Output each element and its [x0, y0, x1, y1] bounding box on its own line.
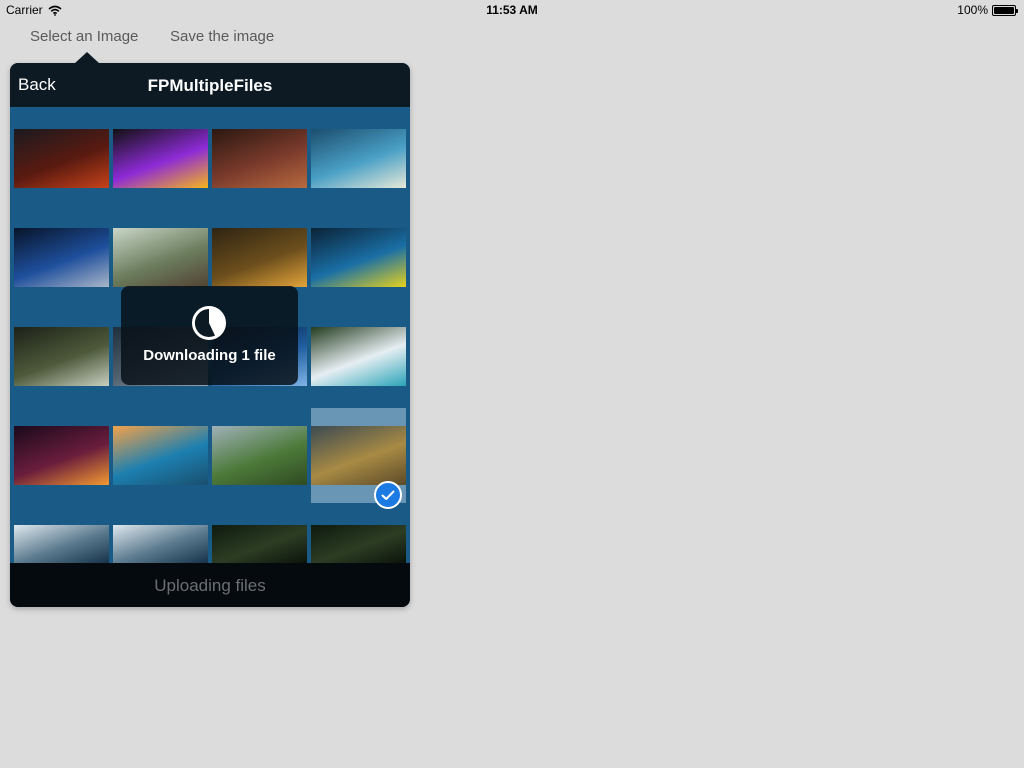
thumbnail-image: [14, 129, 109, 188]
thumbnail-image: [113, 525, 208, 563]
dark-forest-thumbnail-2[interactable]: [311, 525, 406, 563]
green-valley-thumbnail[interactable]: [212, 426, 307, 485]
progress-pie-icon: [192, 306, 226, 340]
yellow-flowers-thumbnail[interactable]: [311, 228, 406, 287]
thumbnail-image: [212, 426, 307, 485]
foggy-road-thumbnail[interactable]: [113, 228, 208, 287]
rainbow-smoke-thumbnail[interactable]: [113, 129, 208, 188]
image-picker-popover: Back FPMultipleFiles Downloading 1 file …: [10, 63, 410, 607]
thumbnail-image: [113, 129, 208, 188]
lava-rock-thumbnail[interactable]: [14, 129, 109, 188]
red-lights-bokeh-thumbnail[interactable]: [14, 426, 109, 485]
thumbnail-image: [14, 525, 109, 563]
thumbnail-image: [212, 129, 307, 188]
status-bar: Carrier 11:53 AM 100%: [0, 0, 1024, 20]
thumbnail-image: [311, 426, 406, 485]
thumbnail-image: [311, 525, 406, 563]
thumbnail-image: [212, 228, 307, 287]
thumbnail-image: [311, 129, 406, 188]
dark-forest-thumbnail-1[interactable]: [212, 525, 307, 563]
lone-tree-thumbnail[interactable]: [311, 426, 406, 509]
checkmark-icon: [374, 481, 402, 509]
nav-title: FPMultipleFiles: [147, 76, 273, 95]
thumbnail-image: [311, 327, 406, 386]
thumbnail-image: [113, 228, 208, 287]
download-message: Downloading 1 file: [143, 347, 276, 364]
thumbnail-image: [14, 327, 109, 386]
ocean-storm-thumbnail-1[interactable]: [14, 525, 109, 563]
bottom-status-bar: Uploading files: [10, 563, 410, 607]
thumbnail-image: [311, 228, 406, 287]
waterfall-thumbnail[interactable]: [311, 327, 406, 386]
download-progress-hud: Downloading 1 file: [121, 286, 298, 385]
forest-stream-thumbnail[interactable]: [14, 327, 109, 386]
thumbnail-image: [14, 426, 109, 485]
space-planets-thumbnail[interactable]: [14, 228, 109, 287]
battery-icon: [992, 4, 1018, 16]
save-image-button[interactable]: Save the image: [170, 28, 274, 45]
fantasy-tree-thumbnail[interactable]: [311, 129, 406, 188]
clock: 11:53 AM: [486, 3, 538, 17]
ocean-storm-thumbnail-2[interactable]: [113, 525, 208, 563]
battery-percent: 100%: [957, 3, 988, 17]
upload-status: Uploading files: [154, 576, 266, 595]
navigation-bar: Back FPMultipleFiles: [10, 63, 410, 107]
still-life-fruit-thumbnail[interactable]: [212, 228, 307, 287]
thumbnail-image: [14, 228, 109, 287]
abstract-red-thumbnail[interactable]: [212, 129, 307, 188]
thumbnail-image: [212, 525, 307, 563]
ocean-sunset-thumbnail[interactable]: [113, 426, 208, 485]
select-image-button[interactable]: Select an Image: [30, 28, 138, 45]
thumbnail-image: [113, 426, 208, 485]
